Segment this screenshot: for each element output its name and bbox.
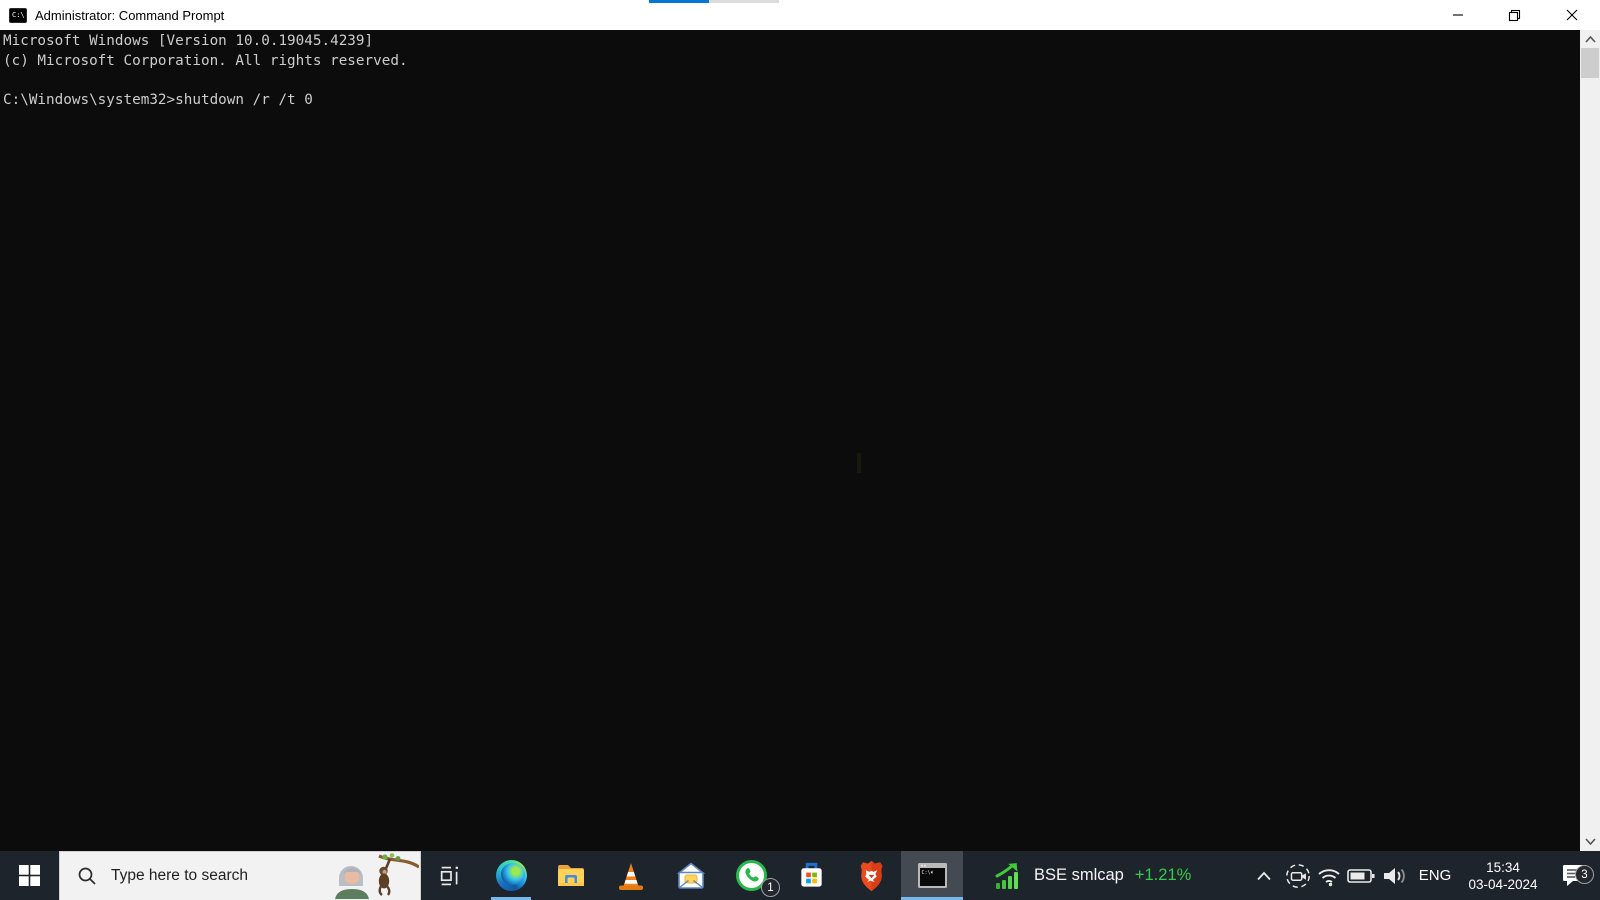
language-indicator[interactable]: ENG: [1412, 851, 1458, 900]
window-controls: [1429, 0, 1600, 30]
console-output-area[interactable]: Microsoft Windows [Version 10.0.19045.42…: [0, 30, 1600, 851]
stock-change: +1.21%: [1134, 866, 1192, 884]
vlc-cone-icon: [619, 862, 643, 890]
mouse-cursor: [857, 453, 861, 473]
woman-and-monkey-illustration[interactable]: [327, 852, 419, 900]
clock-time: 15:34: [1486, 859, 1520, 875]
taskbar-button-whatsapp[interactable]: 1: [721, 851, 781, 900]
top-progress-gray: [709, 0, 779, 3]
stock-chart-icon: [995, 862, 1018, 889]
taskbar-button-file-explorer[interactable]: [541, 851, 601, 900]
taskbar-button-edge[interactable]: [481, 851, 541, 900]
taskbar-button-microsoft-store[interactable]: [781, 851, 841, 900]
taskbar-button-vlc[interactable]: [601, 851, 661, 900]
clock[interactable]: 15:34 03-04-2024: [1458, 859, 1548, 893]
network-button[interactable]: [1314, 851, 1344, 900]
meet-now-icon: [1286, 863, 1310, 888]
top-progress-blue: [649, 0, 709, 3]
cmd-icon: C:\⏴: [917, 863, 947, 888]
taskbar-search[interactable]: [59, 851, 421, 900]
restore-button[interactable]: [1486, 0, 1543, 30]
minimize-icon: [1452, 14, 1463, 16]
wifi-icon: [1318, 868, 1340, 886]
news-interests-stock-widget[interactable]: BSE smlcap +1.21%: [977, 851, 1205, 900]
scrollbar-thumb[interactable]: [1581, 48, 1599, 78]
meet-now-button[interactable]: [1282, 851, 1314, 900]
chevron-up-icon: [1257, 871, 1271, 880]
battery-icon: [1347, 868, 1375, 883]
taskbar-button-brave[interactable]: [841, 851, 901, 900]
volume-icon: [1384, 867, 1405, 884]
clock-date: 03-04-2024: [1468, 876, 1538, 892]
stock-label: BSE smlcap: [1034, 866, 1124, 884]
task-view-icon: [440, 866, 458, 885]
scroll-up-button[interactable]: [1580, 31, 1600, 48]
console-line: Microsoft Windows [Version 10.0.19045.42…: [3, 33, 374, 49]
svg-text:C:\⏴: C:\⏴: [921, 870, 933, 876]
brave-icon: [860, 860, 882, 891]
mail-icon: [676, 861, 706, 889]
scroll-down-button[interactable]: [1580, 833, 1600, 850]
chevron-down-icon: [1584, 838, 1596, 845]
close-icon: [1566, 9, 1577, 21]
chevron-up-icon: [1584, 36, 1596, 43]
console-text: Microsoft Windows [Version 10.0.19045.42…: [0, 30, 1600, 111]
cmd-icon: C:\: [9, 7, 27, 23]
battery-button[interactable]: [1344, 851, 1378, 900]
search-input[interactable]: [111, 867, 321, 885]
taskbar-button-command-prompt[interactable]: C:\⏴: [901, 851, 963, 900]
notification-badge: 3: [1575, 865, 1594, 884]
action-center-button[interactable]: 3: [1548, 863, 1598, 888]
taskbar: 1 C:\⏴: [0, 851, 1600, 900]
window-titlebar: C:\ Administrator: Command Prompt: [0, 0, 1600, 30]
minimize-button[interactable]: [1429, 0, 1486, 30]
start-button[interactable]: [0, 851, 59, 900]
edge-icon: [495, 860, 527, 891]
restore-icon: [1508, 9, 1521, 21]
close-button[interactable]: [1543, 0, 1600, 30]
taskbar-button-mail[interactable]: [661, 851, 721, 900]
window-title: Administrator: Command Prompt: [35, 7, 225, 23]
console-prompt-line: C:\Windows\system32>shutdown /r /t 0: [3, 91, 313, 108]
taskbar-button-task-view[interactable]: [421, 851, 481, 900]
console-line: (c) Microsoft Corporation. All rights re…: [3, 52, 408, 69]
search-icon: [77, 866, 97, 886]
top-progress-sliver: [649, 0, 779, 3]
whatsapp-badge: 1: [761, 878, 780, 897]
windows-logo-icon: [19, 865, 40, 886]
store-icon: [800, 862, 822, 887]
folder-icon: [558, 864, 584, 886]
system-tray: ENG 15:34 03-04-2024 3: [1246, 851, 1600, 900]
show-hidden-icons-button[interactable]: [1246, 851, 1282, 900]
volume-button[interactable]: [1378, 851, 1412, 900]
console-scrollbar[interactable]: [1580, 30, 1600, 851]
